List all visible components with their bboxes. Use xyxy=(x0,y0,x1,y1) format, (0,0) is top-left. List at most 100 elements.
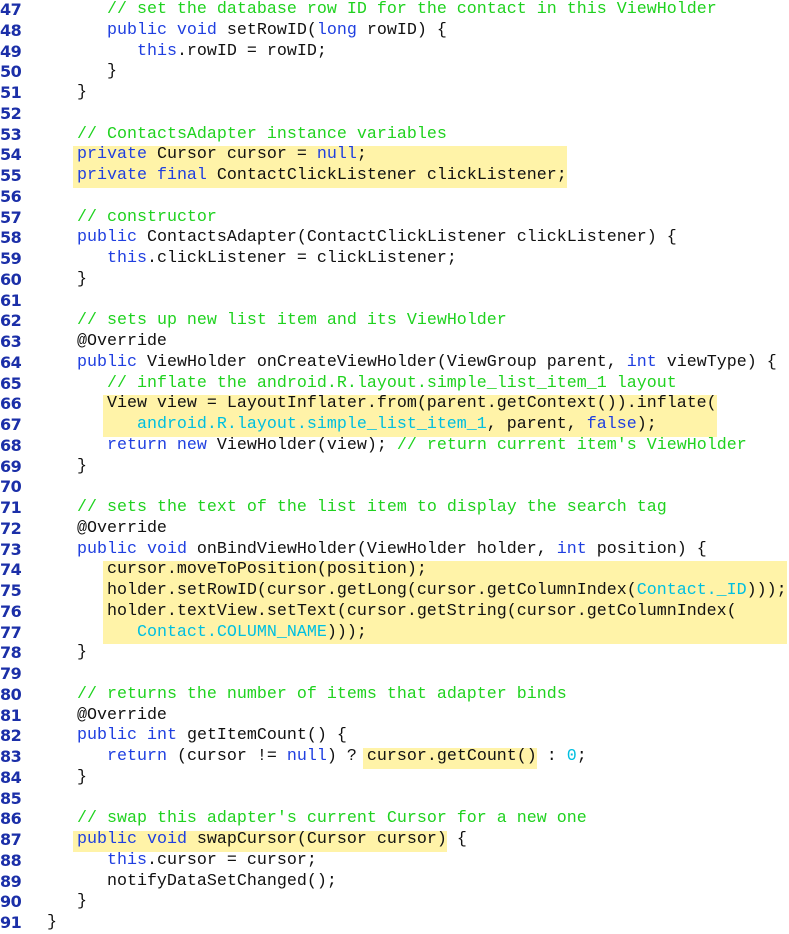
code-line: 77 Contact.COLUMN_NAME))); xyxy=(0,623,789,644)
token-plain: position) { xyxy=(586,539,707,559)
code-line: 52 xyxy=(0,104,789,125)
token-keyword: public int xyxy=(76,726,177,746)
token-comment: // sets the text of the list item to dis… xyxy=(76,498,667,517)
token-plain: ) ? cursor.getCount() : xyxy=(326,747,567,766)
code-line: 66 View view = LayoutInflater.from(paren… xyxy=(0,394,789,415)
token-comment: // set the database row ID for the conta… xyxy=(106,0,717,19)
token-keyword: public void xyxy=(76,830,187,849)
code-text: public ContactsAdapter(ContactClickListe… xyxy=(17,228,677,249)
code-text: @Override xyxy=(17,332,167,353)
code-text: Contact.COLUMN_NAME))); xyxy=(17,623,367,644)
code-text: return (cursor != null) ? cursor.getCoun… xyxy=(17,747,587,768)
token-constant: 0 xyxy=(566,747,577,766)
token-keyword: int xyxy=(626,352,657,372)
line-number: 61 xyxy=(0,290,22,310)
code-text: } xyxy=(17,457,87,478)
code-line: 63 @Override xyxy=(0,332,789,353)
token-plain: @Override xyxy=(17,332,167,351)
token-plain: holder.setRowID(cursor.getLong(cursor.ge… xyxy=(17,581,637,600)
token-keyword: return xyxy=(106,747,167,766)
token-keyword: public xyxy=(76,352,137,372)
code-line: 76 holder.textView.setText(cursor.getStr… xyxy=(0,602,789,623)
token-plain: @Override xyxy=(17,705,167,725)
token-plain: ViewHolder(view); xyxy=(206,435,397,455)
token-keyword: public void xyxy=(106,20,217,40)
code-text: holder.textView.setText(cursor.getString… xyxy=(17,602,737,623)
code-line: 89 notifyDataSetChanged(); xyxy=(0,872,789,893)
code-line: 60 } xyxy=(0,270,789,291)
token-plain: cursor.moveToPosition(position); xyxy=(17,560,427,580)
code-text: } xyxy=(17,270,87,291)
token-comment: // inflate the android.R.layout.simple_l… xyxy=(106,373,677,393)
code-line: 65 // inflate the android.R.layout.simpl… xyxy=(0,374,789,395)
code-line: 71 // sets the text of the list item to … xyxy=(0,498,789,519)
token-plain: , parent, xyxy=(486,415,587,434)
token-plain: .clickListener = clickListener; xyxy=(146,249,457,268)
code-line: 49 this.rowID = rowID; xyxy=(0,42,789,63)
code-line: 70 xyxy=(0,477,789,498)
token-plain: setRowID( xyxy=(216,20,317,40)
token-plain: viewType) { xyxy=(656,352,777,372)
token-comment: // constructor xyxy=(76,207,217,227)
token-plain: } xyxy=(17,767,87,787)
code-line: 88 this.cursor = cursor; xyxy=(0,851,789,872)
code-text: // sets the text of the list item to dis… xyxy=(17,498,667,519)
code-line: 62 // sets up new list item and its View… xyxy=(0,311,789,332)
code-text: public void setRowID(long rowID) { xyxy=(17,21,447,42)
token-plain: holder.textView.setText(cursor.getString… xyxy=(17,601,737,621)
token-plain: swapCursor(Cursor cursor) { xyxy=(186,830,467,849)
code-line: 80 // returns the number of items that a… xyxy=(0,685,789,706)
token-plain: } xyxy=(17,83,87,102)
code-text: notifyDataSetChanged(); xyxy=(17,872,337,893)
token-plain: } xyxy=(17,913,57,932)
code-line: 79 xyxy=(0,664,789,685)
code-text: // sets up new list item and its ViewHol… xyxy=(17,311,507,332)
code-text: holder.setRowID(cursor.getLong(cursor.ge… xyxy=(17,581,787,602)
code-line: 85 xyxy=(0,789,789,810)
token-plain: notifyDataSetChanged(); xyxy=(17,871,337,891)
code-line: 64 public ViewHolder onCreateViewHolder(… xyxy=(0,353,789,374)
token-comment: // ContactsAdapter instance variables xyxy=(76,124,447,144)
code-line: 61 xyxy=(0,291,789,312)
code-text: public void swapCursor(Cursor cursor) { xyxy=(17,830,467,851)
code-line: 53 // ContactsAdapter instance variables xyxy=(0,125,789,146)
token-plain: onBindViewHolder(ViewHolder holder, xyxy=(186,539,557,559)
code-text: this.clickListener = clickListener; xyxy=(17,249,457,270)
token-comment: // swap this adapter's current Cursor fo… xyxy=(76,809,587,829)
token-keyword: null xyxy=(316,145,357,165)
token-plain: (cursor != xyxy=(166,747,287,766)
code-line: 82 public int getItemCount() { xyxy=(0,726,789,747)
token-keyword: this xyxy=(136,41,177,61)
code-line: 73 public void onBindViewHolder(ViewHold… xyxy=(0,540,789,561)
code-line: 50 } xyxy=(0,62,789,83)
token-comment: // sets up new list item and its ViewHol… xyxy=(76,311,507,331)
code-line: 67 android.R.layout.simple_list_item_1, … xyxy=(0,415,789,436)
code-text: return new ViewHolder(view); // return c… xyxy=(17,436,747,457)
code-text: // inflate the android.R.layout.simple_l… xyxy=(17,374,677,395)
token-comment: // returns the number of items that adap… xyxy=(76,684,567,704)
line-number: 85 xyxy=(0,788,22,808)
code-text: public void onBindViewHolder(ViewHolder … xyxy=(17,540,707,561)
token-keyword: public xyxy=(76,228,137,248)
code-line: 72 @Override xyxy=(0,519,789,540)
code-text: // swap this adapter's current Cursor fo… xyxy=(17,809,587,830)
token-plain: Cursor cursor = xyxy=(146,145,317,165)
token-plain: ; xyxy=(576,747,587,766)
code-text: } xyxy=(17,768,87,789)
code-text: // ContactsAdapter instance variables xyxy=(17,125,447,146)
token-keyword: null xyxy=(286,747,327,766)
token-constant: Contact.COLUMN_NAME xyxy=(136,622,327,642)
code-text: public ViewHolder onCreateViewHolder(Vie… xyxy=(17,353,777,374)
code-text: // set the database row ID for the conta… xyxy=(17,0,717,21)
